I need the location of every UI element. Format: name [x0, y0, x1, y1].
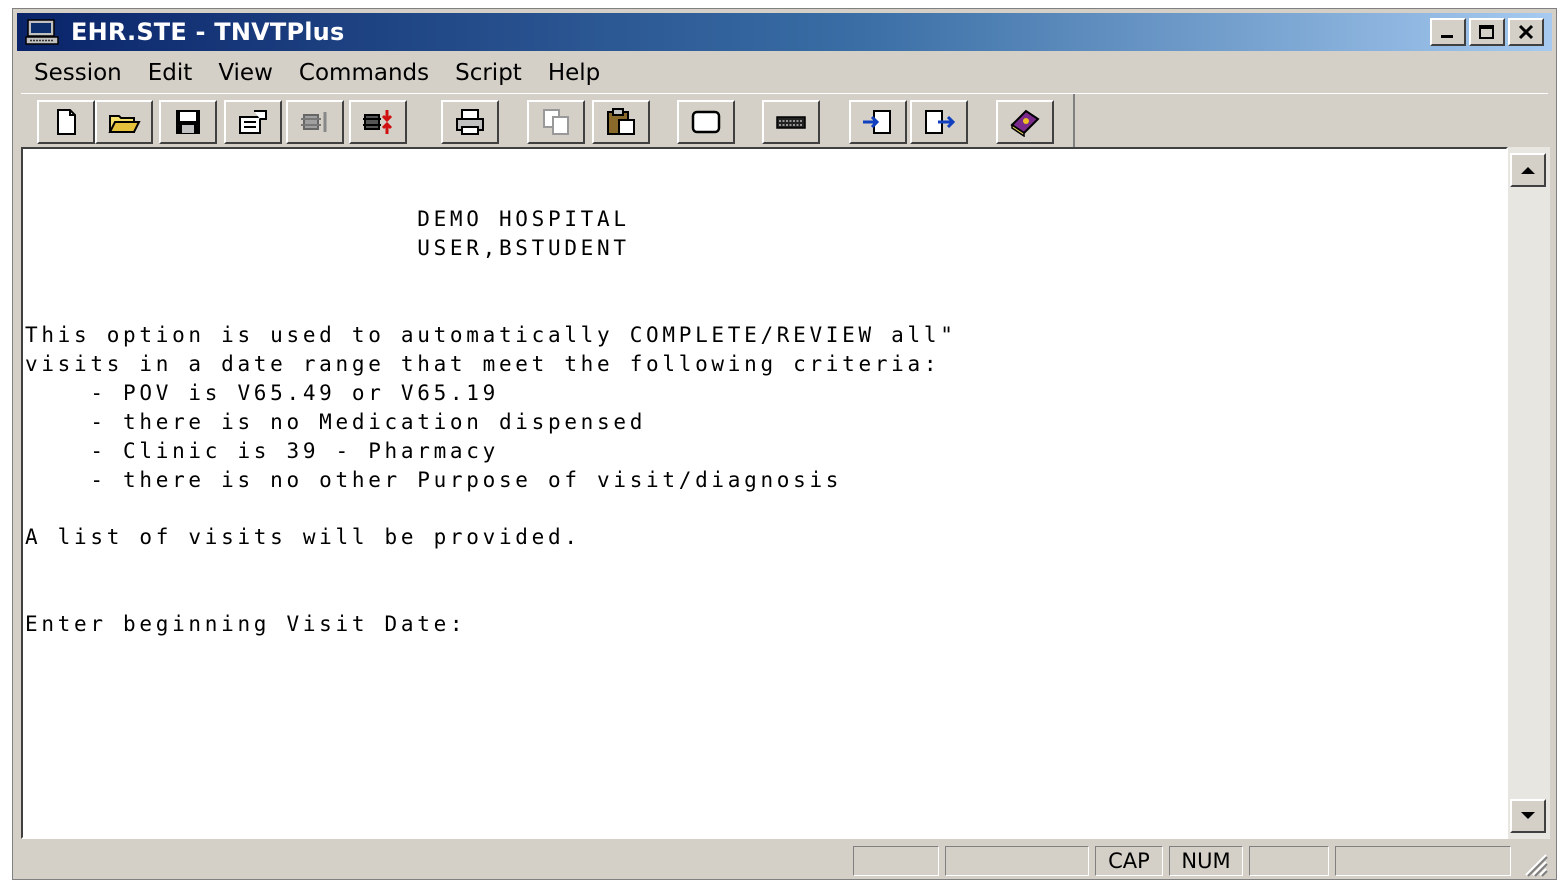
terminal-line: A list of visits will be provided.	[25, 525, 581, 549]
terminal-line: USER,BSTUDENT	[25, 236, 630, 260]
minimize-icon	[1441, 35, 1453, 38]
menu-help[interactable]: Help	[535, 60, 613, 86]
close-button[interactable]	[1508, 18, 1544, 46]
menu-view[interactable]: View	[205, 60, 286, 86]
app-window: EHR.STE - TNVTPlus Session Edit View Com…	[12, 8, 1557, 880]
scroll-up-button[interactable]	[1510, 153, 1546, 187]
vertical-scrollbar[interactable]	[1508, 147, 1550, 839]
terminal-prompt: Enter beginning Visit Date:	[25, 612, 467, 636]
caps-lock-indicator: CAP	[1095, 846, 1163, 876]
menu-session[interactable]: Session	[21, 60, 135, 86]
scroll-down-button[interactable]	[1510, 799, 1546, 833]
screen-button[interactable]	[677, 100, 735, 144]
help-button[interactable]	[996, 100, 1054, 144]
capture-out-button[interactable]	[910, 100, 968, 144]
capture-out-icon	[925, 110, 956, 134]
keyboard-button[interactable]	[762, 100, 820, 144]
resize-grip-icon[interactable]	[1520, 849, 1548, 877]
print-icon	[456, 109, 484, 135]
menu-commands[interactable]: Commands	[286, 60, 442, 86]
menu-edit[interactable]: Edit	[135, 60, 206, 86]
status-panel	[853, 846, 939, 876]
open-folder-icon	[108, 115, 141, 133]
maximize-button[interactable]	[1469, 18, 1505, 46]
terminal-app-icon	[25, 19, 59, 45]
window-title: EHR.STE - TNVTPlus	[71, 18, 345, 46]
disconnect-icon	[363, 110, 393, 134]
maximize-icon	[1479, 25, 1494, 39]
paste-icon	[607, 108, 635, 135]
terminal-line: - POV is V65.49 or V65.19	[25, 381, 499, 405]
properties-button[interactable]	[224, 100, 282, 144]
connect-icon	[301, 112, 327, 132]
save-button[interactable]	[159, 100, 217, 144]
terminal-line: - there is no Medication dispensed	[25, 410, 647, 434]
status-bar: CAP NUM	[21, 845, 1548, 877]
title-bar[interactable]: EHR.STE - TNVTPlus	[17, 13, 1552, 51]
print-button[interactable]	[441, 100, 499, 144]
connect-button[interactable]	[286, 100, 344, 144]
status-panel	[1249, 846, 1329, 876]
terminal-screen[interactable]: DEMO HOSPITAL USER,BSTUDENT This option …	[21, 147, 1508, 839]
capture-in-icon	[863, 110, 891, 134]
close-icon	[1518, 24, 1534, 40]
status-panel	[1335, 846, 1511, 876]
screen-icon	[691, 110, 721, 134]
menu-script[interactable]: Script	[442, 60, 535, 86]
terminal-line: DEMO HOSPITAL	[25, 207, 630, 231]
terminal-line: - there is no other Purpose of visit/dia…	[25, 468, 843, 492]
keyboard-icon	[776, 116, 806, 129]
terminal-line: - Clinic is 39 - Pharmacy	[25, 439, 499, 463]
help-book-icon	[1010, 109, 1040, 137]
arrow-up-icon	[1521, 167, 1535, 174]
copy-icon	[543, 109, 569, 135]
properties-icon	[239, 110, 267, 134]
open-button[interactable]	[95, 100, 153, 144]
toolbar	[21, 93, 1548, 151]
paste-button[interactable]	[592, 100, 650, 144]
minimize-button[interactable]	[1430, 18, 1466, 46]
menu-bar: Session Edit View Commands Script Help	[21, 53, 1548, 93]
disconnect-button[interactable]	[349, 100, 407, 144]
terminal-line: This option is used to automatically COM…	[25, 323, 957, 347]
copy-button[interactable]	[527, 100, 585, 144]
new-session-button[interactable]	[37, 100, 95, 144]
new-icon	[57, 109, 76, 135]
num-lock-indicator: NUM	[1169, 846, 1243, 876]
save-icon	[176, 110, 200, 134]
arrow-down-icon	[1521, 812, 1535, 819]
terminal-line: visits in a date range that meet the fol…	[25, 352, 941, 376]
status-panel	[945, 846, 1089, 876]
capture-in-button[interactable]	[849, 100, 907, 144]
